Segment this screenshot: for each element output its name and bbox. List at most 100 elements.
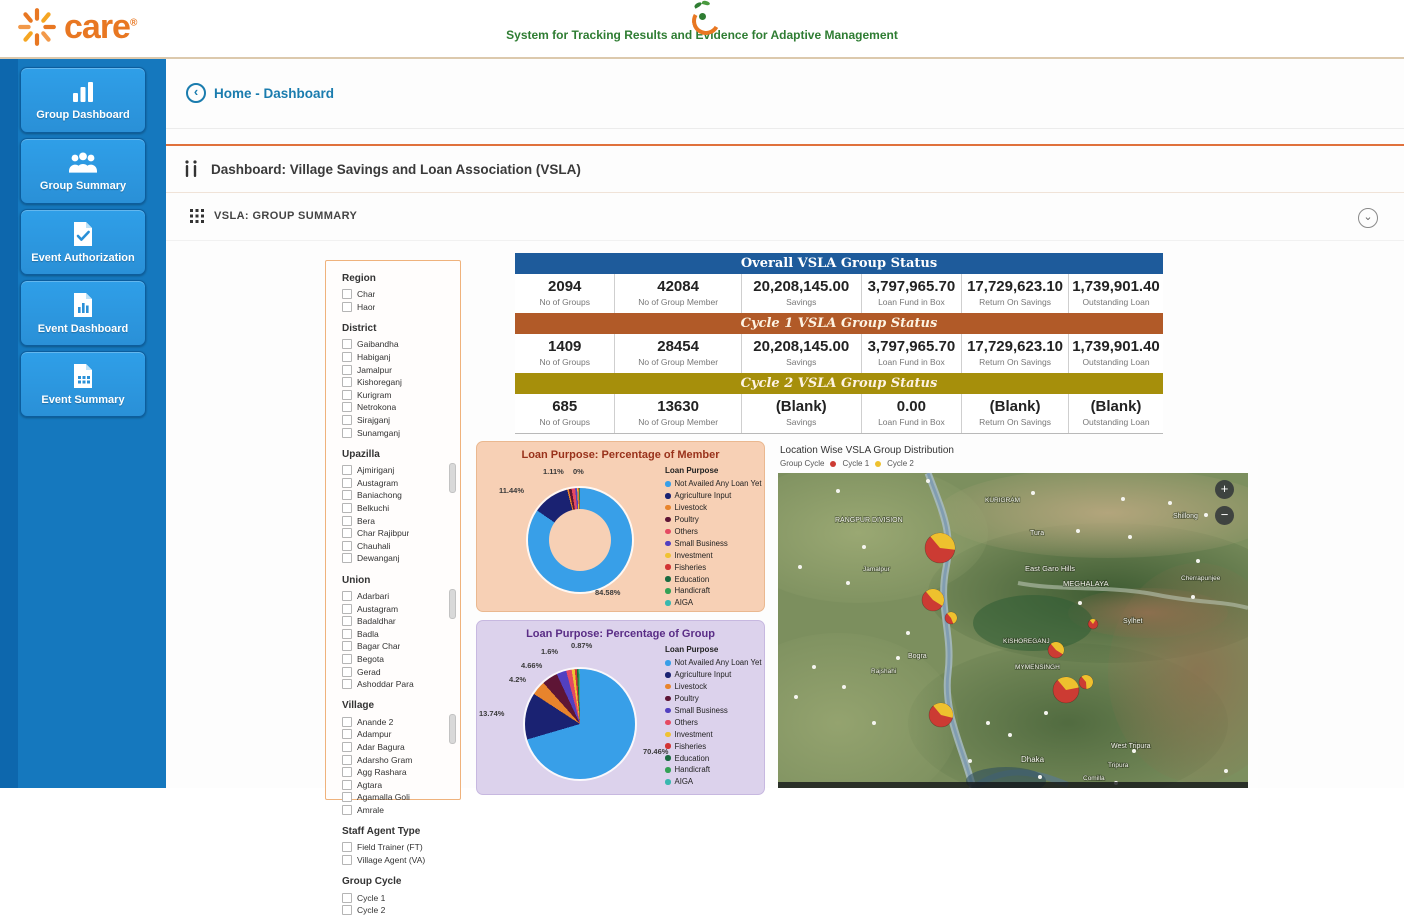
filter-option[interactable]: Austagram (342, 477, 454, 490)
filter-option[interactable]: Char (342, 288, 454, 301)
checkbox[interactable] (342, 289, 352, 299)
filter-option[interactable]: Bagar Char (342, 640, 454, 653)
filter-option[interactable]: Haor (342, 301, 454, 314)
back-icon[interactable]: ‹ (186, 83, 206, 103)
checkbox[interactable] (342, 629, 352, 639)
sidebar-item-event-dashboard[interactable]: Event Dashboard (20, 280, 146, 346)
filter-option[interactable]: Gaibandha (342, 338, 454, 351)
filter-option[interactable]: Chauhali (342, 540, 454, 553)
filter-option[interactable]: Adampur (342, 728, 454, 741)
vsla-group-marker[interactable] (922, 589, 944, 611)
filter-option[interactable]: Village Agent (VA) (342, 854, 454, 867)
checkbox[interactable] (342, 415, 352, 425)
filter-option[interactable]: Cycle 1 (342, 891, 454, 904)
checkbox[interactable] (342, 729, 352, 739)
filter-option[interactable]: Char Rajibpur (342, 527, 454, 540)
checkbox[interactable] (342, 604, 352, 614)
sidebar-item-event-summary[interactable]: Event Summary (20, 351, 146, 417)
checkbox[interactable] (342, 805, 352, 815)
filter-option[interactable]: Begota (342, 653, 454, 666)
checkbox[interactable] (342, 516, 352, 526)
filter-option[interactable]: Jamalpur (342, 363, 454, 376)
filter-option[interactable]: Agtara (342, 778, 454, 791)
filter-option[interactable]: Bera (342, 514, 454, 527)
checkbox[interactable] (342, 755, 352, 765)
filter-option[interactable]: Anande 2 (342, 715, 454, 728)
filter-option[interactable]: Gerad (342, 665, 454, 678)
checkbox[interactable] (342, 428, 352, 438)
checkbox[interactable] (342, 717, 352, 727)
checkbox[interactable] (342, 553, 352, 563)
checkbox[interactable] (342, 478, 352, 488)
checkbox[interactable] (342, 679, 352, 689)
checkbox[interactable] (342, 905, 352, 915)
checkbox[interactable] (342, 767, 352, 777)
vsla-group-marker[interactable] (1053, 677, 1079, 703)
filter-option[interactable]: Dewanganj (342, 552, 454, 565)
vsla-group-marker[interactable] (1088, 619, 1098, 629)
checkbox[interactable] (342, 528, 352, 538)
vsla-group-marker[interactable] (925, 533, 955, 563)
filter-option[interactable]: Sunamganj (342, 426, 454, 439)
vsla-group-marker[interactable] (945, 612, 957, 624)
filter-option[interactable]: Adarbari (342, 590, 454, 603)
map-zoom-out-button[interactable]: − (1215, 506, 1234, 525)
filter-option[interactable]: Kurigram (342, 389, 454, 402)
checkbox[interactable] (342, 339, 352, 349)
filter-option[interactable]: Field Trainer (FT) (342, 841, 454, 854)
map-canvas[interactable]: RANGPUR DIVISIONKURIGRAMTuraEast Garo Hi… (778, 473, 1248, 788)
checkbox[interactable] (342, 503, 352, 513)
checkbox[interactable] (342, 792, 352, 802)
checkbox[interactable] (342, 742, 352, 752)
filter-option[interactable]: Agamalla Goli (342, 791, 454, 804)
checkbox[interactable] (342, 616, 352, 626)
sidebar-item-group-dashboard[interactable]: Group Dashboard (20, 67, 146, 133)
filter-option[interactable]: Sirajganj (342, 414, 454, 427)
checkbox[interactable] (342, 591, 352, 601)
filter-option[interactable]: Agg Rashara (342, 766, 454, 779)
checkbox[interactable] (342, 402, 352, 412)
filter-option[interactable]: Baniachong (342, 489, 454, 502)
filter-option[interactable]: Adarsho Gram (342, 753, 454, 766)
metric-value: 17,729,623.10 (964, 338, 1066, 356)
scrollbar-thumb[interactable] (449, 589, 456, 619)
filter-option[interactable]: Kishoreganj (342, 376, 454, 389)
scrollbar-thumb[interactable] (449, 463, 456, 493)
sidebar-item-event-authorization[interactable]: Event Authorization (20, 209, 146, 275)
filter-option[interactable]: Cycle 2 (342, 904, 454, 917)
checkbox[interactable] (342, 855, 352, 865)
collapse-section-button[interactable]: ⌄ (1358, 208, 1378, 228)
checkbox[interactable] (342, 390, 352, 400)
checkbox[interactable] (342, 365, 352, 375)
filter-option[interactable]: Badaldhar (342, 615, 454, 628)
sidebar-item-group-summary[interactable]: Group Summary (20, 138, 146, 204)
checkbox[interactable] (342, 641, 352, 651)
checkbox[interactable] (342, 780, 352, 790)
checkbox[interactable] (342, 541, 352, 551)
filter-option[interactable]: Adar Bagura (342, 741, 454, 754)
filter-option[interactable]: Ashoddar Para (342, 678, 454, 691)
filter-option[interactable]: Austagram (342, 602, 454, 615)
vsla-group-marker[interactable] (929, 703, 953, 727)
checkbox[interactable] (342, 667, 352, 677)
checkbox[interactable] (342, 893, 352, 903)
filter-option[interactable]: Netrokona (342, 401, 454, 414)
checkbox[interactable] (342, 352, 352, 362)
checkbox[interactable] (342, 302, 352, 312)
checkbox[interactable] (342, 465, 352, 475)
checkbox[interactable] (342, 490, 352, 500)
checkbox[interactable] (342, 654, 352, 664)
filter-option[interactable]: Amrale (342, 804, 454, 817)
map-zoom-in-button[interactable]: + (1215, 480, 1234, 499)
filter-option[interactable]: Badla (342, 627, 454, 640)
checkbox[interactable] (342, 842, 352, 852)
filter-option[interactable]: Belkuchi (342, 502, 454, 515)
scrollbar-thumb[interactable] (449, 714, 456, 744)
filter-group-staff-agent-type: Staff Agent TypeField Trainer (FT)Villag… (342, 826, 454, 866)
breadcrumb[interactable]: ‹ Home - Dashboard (186, 83, 334, 103)
filter-option[interactable]: Ajmiriganj (342, 464, 454, 477)
filter-option[interactable]: Habiganj (342, 351, 454, 364)
vsla-group-marker[interactable] (1048, 642, 1064, 658)
checkbox[interactable] (342, 377, 352, 387)
vsla-group-marker[interactable] (1079, 675, 1093, 689)
